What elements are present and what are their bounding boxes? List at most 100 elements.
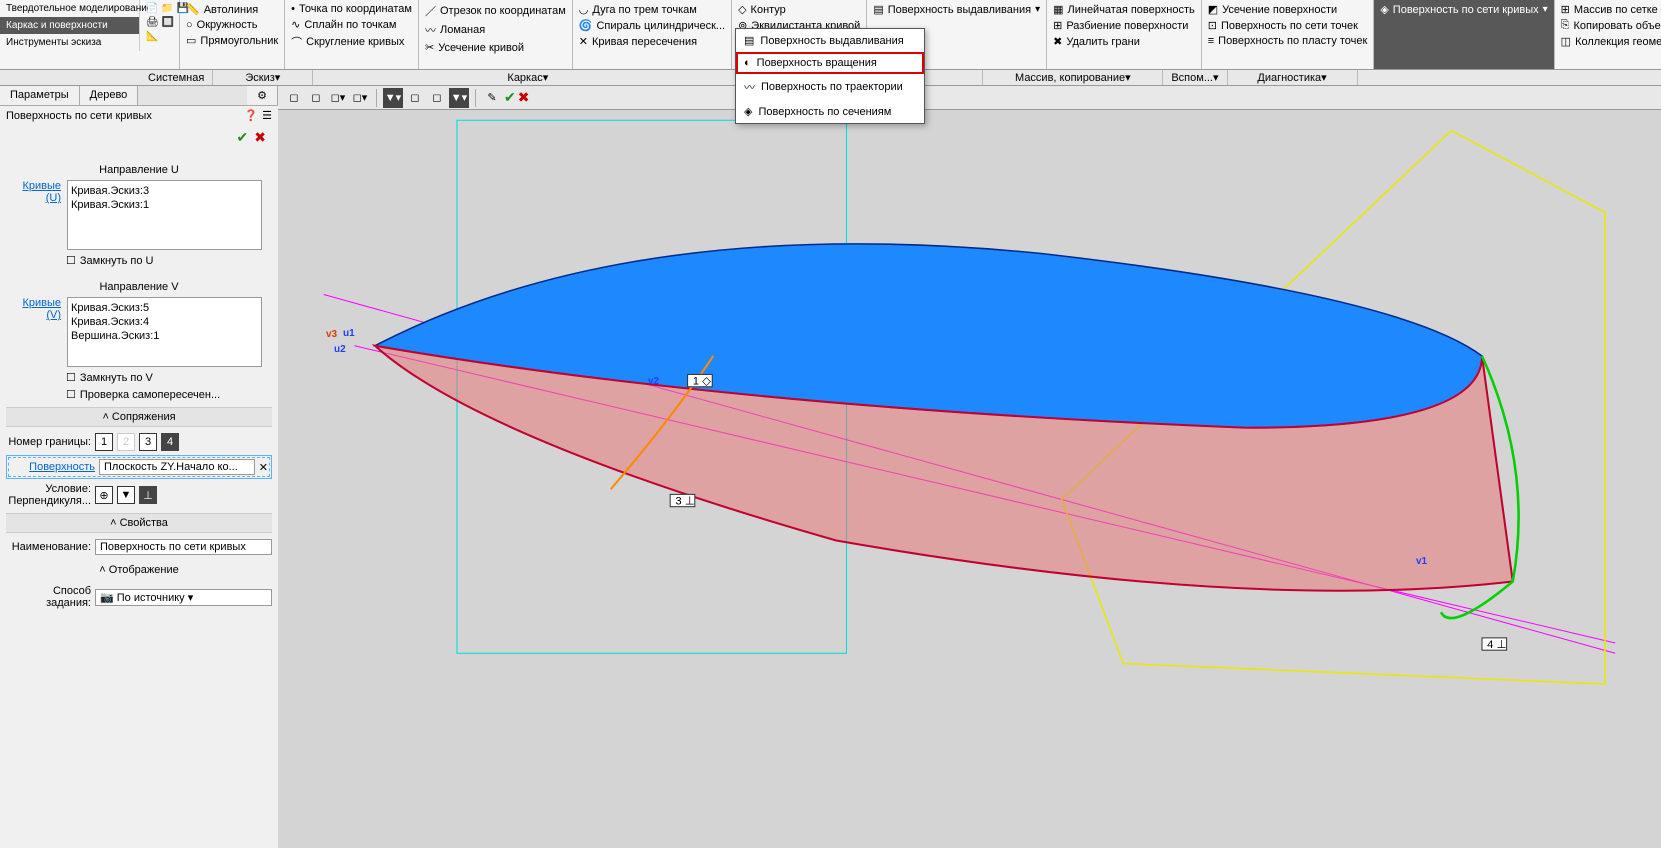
item-polyline[interactable]: 〰Ломаная — [423, 21, 568, 39]
tab-solid[interactable]: Твердотельное моделирование — [0, 0, 140, 17]
display-header[interactable]: ˄ Отображение — [6, 561, 272, 579]
condition-label: Условие: — [6, 483, 91, 495]
border-2: 2 — [117, 433, 135, 451]
tab-settings[interactable]: ⚙ — [247, 86, 278, 105]
item-split[interactable]: ⊞Разбиение поверхности — [1051, 18, 1197, 33]
item-contour[interactable]: ◇Контур — [736, 2, 862, 17]
dd-extrude[interactable]: ▤Поверхность выдавливания — [736, 29, 924, 52]
item-surf-layer[interactable]: ≡Поверхность по пласту точек — [1206, 34, 1370, 48]
mates-header[interactable]: ˄ Сопряжения — [6, 407, 272, 427]
group-draw: 📏Автолиния ○Окружность ▭Прямоугольник — [180, 0, 285, 69]
tab-tree[interactable]: Дерево — [80, 86, 139, 105]
disp-mode-select[interactable]: 📷 По источнику ▾ — [95, 589, 272, 606]
vt-view2[interactable]: ◻ — [306, 88, 326, 108]
tab-parameters[interactable]: Параметры — [0, 86, 80, 105]
item-autoline[interactable]: 📏Автолиния — [184, 2, 280, 17]
v-link[interactable]: Кривые (V) — [6, 297, 61, 367]
item-point-coord[interactable]: •Точка по координатам — [289, 2, 414, 16]
vt-f3[interactable]: ◻ — [427, 88, 447, 108]
u-link[interactable]: Кривые (U) — [6, 180, 61, 250]
vt-filter[interactable]: ▼▾ — [383, 88, 403, 108]
tab-wireframe-surfaces[interactable]: Каркас и поверхности — [0, 17, 140, 34]
item-circle[interactable]: ○Окружность — [184, 18, 280, 32]
item-rect[interactable]: ▭Прямоугольник — [184, 33, 280, 48]
item-segment[interactable]: ／Отрезок по координатам — [423, 2, 568, 20]
item-collection[interactable]: ◫Коллекция геометрии — [1559, 34, 1661, 49]
item-copy[interactable]: ⎘Копировать объекты — [1559, 18, 1661, 33]
cond-icon-2[interactable]: ▼ — [117, 486, 135, 504]
sketch-icon[interactable]: 📐 — [144, 30, 175, 43]
item-arc3[interactable]: ◡Дуга по трем точкам — [577, 2, 727, 17]
surface-link[interactable]: Поверхность — [10, 461, 95, 473]
item-trim-surf[interactable]: ◩Усечение поверхности — [1206, 2, 1370, 17]
item-spline[interactable]: ∿Сплайн по точкам — [289, 17, 414, 32]
rb-pattern[interactable]: Массив, копирование ▾ — [983, 70, 1163, 85]
item-helix[interactable]: 🌀Спираль цилиндрическ... — [577, 18, 727, 33]
tab-sketch-tools[interactable]: Инструменты эскиза — [0, 34, 140, 51]
naming-field[interactable]: Поверхность по сети кривых — [95, 539, 272, 555]
help-icon[interactable]: ❓ — [244, 109, 258, 122]
rb-sketch[interactable]: Эскиз ▾ — [213, 70, 313, 85]
list-item[interactable]: Кривая.Эскиз:5 — [71, 301, 258, 315]
border-1[interactable]: 1 — [95, 433, 113, 451]
rect-icon: ▭ — [186, 34, 196, 47]
surface-field[interactable]: Плоскость ZY.Начало ко... — [99, 459, 255, 475]
item-delface[interactable]: ✖Удалить грани — [1051, 34, 1197, 49]
item-intersect[interactable]: ✕Кривая пересечения — [577, 34, 727, 49]
list-item[interactable]: Кривая.Эскиз:3 — [71, 184, 258, 198]
group-arc: ◡Дуга по трем точкам 🌀Спираль цилиндриче… — [573, 0, 732, 69]
rb-diag[interactable]: Диагностика ▾ — [1228, 70, 1358, 85]
cond-icon-1[interactable]: ⊕ — [95, 486, 113, 504]
item-surf-net-curves[interactable]: ◈Поверхность по сети кривых▾ — [1378, 2, 1549, 17]
dd-sweep[interactable]: 〰Поверхность по траектории — [736, 74, 924, 100]
helix-icon: 🌀 — [579, 19, 593, 32]
rb-aux[interactable]: Вспом... ▾ — [1163, 70, 1227, 85]
cancel-button[interactable]: ✖ — [254, 129, 266, 146]
item-trim[interactable]: ✂Усечение кривой — [423, 40, 568, 55]
v-close-cb[interactable]: ☐Замкнуть по V — [66, 371, 272, 384]
vt-view1[interactable]: ◻ — [284, 88, 304, 108]
item-fillet[interactable]: ⌒Скругление кривых — [289, 33, 414, 51]
rb-system[interactable]: Системная — [140, 70, 213, 85]
vt-apply[interactable]: ✔ — [504, 89, 516, 106]
vt-cancel[interactable]: ✖ — [518, 89, 530, 106]
v-header: Направление V — [6, 281, 272, 293]
border-4[interactable]: 4 — [161, 433, 179, 451]
vt-f2[interactable]: ◻ — [405, 88, 425, 108]
rb-frame[interactable]: Каркас ▾ — [313, 70, 743, 85]
list-item[interactable]: Кривая.Эскиз:1 — [71, 198, 258, 212]
props-header[interactable]: ˄ Свойства — [6, 513, 272, 533]
file-new-icon[interactable]: 📄 📁 💾 — [144, 2, 175, 15]
trim-icon: ✂ — [425, 41, 434, 54]
group-trim-surf: ◩Усечение поверхности ⊡Поверхность по се… — [1202, 0, 1375, 69]
list-item[interactable]: Вершина.Эскиз:1 — [71, 329, 258, 343]
border-3[interactable]: 3 — [139, 433, 157, 451]
viewport[interactable]: ◻ ◻ ◻▾ ◻▾ ▼▾ ◻ ◻ ▼▾ ✎ ✔ ✖ 1 ◇ 3 ⊥ 4 — [278, 86, 1661, 848]
u-listbox[interactable]: Кривая.Эскиз:3 Кривая.Эскиз:1 — [67, 180, 262, 250]
dd-loft[interactable]: ◈Поверхность по сечениям — [736, 100, 924, 123]
file-print-icon[interactable]: 🖨 🔲 — [144, 16, 175, 29]
vt-f4[interactable]: ▼▾ — [449, 88, 469, 108]
self-intersect-cb[interactable]: ☐Проверка самопересечен... — [66, 388, 272, 401]
clear-icon[interactable]: ✕ — [259, 461, 268, 474]
vt-view3[interactable]: ◻▾ — [328, 88, 348, 108]
item-surf-extrude[interactable]: ▤Поверхность выдавливания▾ — [871, 2, 1042, 17]
model-view[interactable]: 1 ◇ 3 ⊥ 4 ⊥ — [278, 110, 1661, 848]
list-item[interactable]: Кривая.Эскиз:4 — [71, 315, 258, 329]
item-grid-pattern[interactable]: ⊞Массив по сетке — [1559, 2, 1661, 17]
dd-revolve[interactable]: ◐Поверхность вращения — [736, 52, 924, 74]
item-surf-netpts[interactable]: ⊡Поверхность по сети точек — [1206, 18, 1370, 33]
vt-view4[interactable]: ◻▾ — [350, 88, 370, 108]
v-listbox[interactable]: Кривая.Эскиз:5 Кривая.Эскиз:4 Вершина.Эс… — [67, 297, 262, 367]
disp-mode-label: Способ задания: — [6, 585, 91, 609]
list-icon[interactable]: ☰ — [262, 109, 272, 122]
item-ruled[interactable]: ▦Линейчатая поверхность — [1051, 2, 1197, 17]
cond-icon-3[interactable]: ⊥ — [139, 486, 157, 504]
vt-pen[interactable]: ✎ — [482, 88, 502, 108]
apply-button[interactable]: ✔ — [237, 129, 249, 146]
group-net-curves[interactable]: ◈Поверхность по сети кривых▾ — [1374, 0, 1554, 69]
polyline-icon: 〰 — [425, 22, 436, 38]
u-close-cb[interactable]: ☐Замкнуть по U — [66, 254, 272, 267]
arc-icon: ◡ — [579, 3, 589, 16]
revolve-icon: ◐ — [744, 57, 751, 69]
